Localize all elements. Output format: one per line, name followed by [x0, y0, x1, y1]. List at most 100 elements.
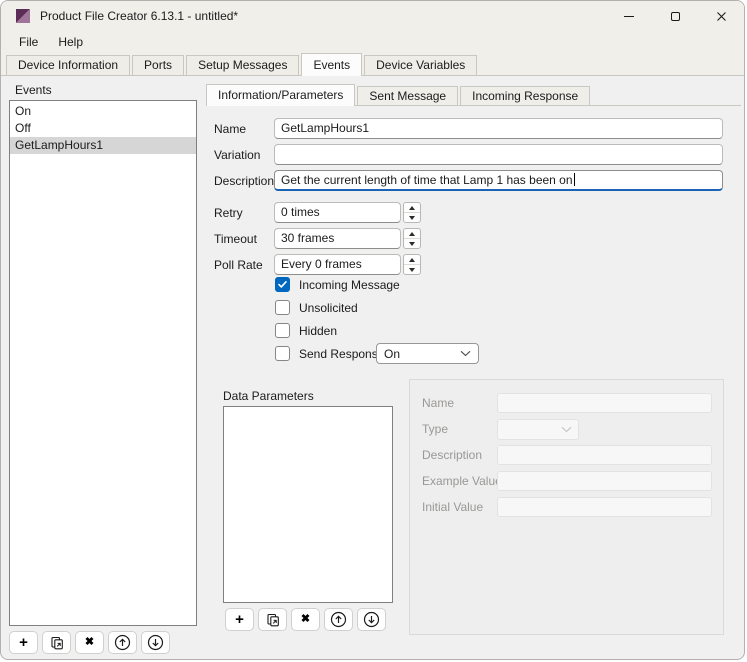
retry-label: Retry: [214, 206, 243, 220]
parameter-detail-panel: Name Type Description Example Value Init…: [409, 379, 724, 635]
spin-down-icon: [409, 216, 415, 220]
delete-x-icon: ✖: [301, 614, 310, 625]
window-title: Product File Creator 6.13.1 - untitled*: [40, 9, 238, 23]
poll-rate-field[interactable]: Every 0 frames: [274, 254, 401, 275]
subtab-incoming-response[interactable]: Incoming Response: [460, 86, 590, 105]
move-up-icon: [330, 611, 347, 628]
param-description-label: Description: [422, 448, 482, 462]
param-example-value-field: [497, 471, 712, 491]
spin-up-icon: [409, 206, 415, 210]
app-window: Product File Creator 6.13.1 - untitled* …: [0, 0, 745, 660]
spin-down-icon: [409, 268, 415, 272]
poll-rate-spin-down-button[interactable]: [404, 265, 420, 274]
timeout-spin-up-button[interactable]: [404, 229, 420, 239]
unsolicited-checkbox[interactable]: [275, 300, 290, 315]
chevron-down-icon: [561, 426, 572, 433]
retry-spinner: [403, 202, 421, 223]
event-add-button[interactable]: +: [9, 631, 38, 654]
send-response-checkbox[interactable]: [275, 346, 290, 361]
tab-device-variables[interactable]: Device Variables: [364, 55, 477, 75]
send-response-label: Send Response: [299, 346, 384, 362]
description-field[interactable]: Get the current length of time that Lamp…: [274, 170, 723, 191]
move-down-icon: [363, 611, 380, 628]
tab-setup-messages[interactable]: Setup Messages: [186, 55, 299, 75]
event-move-down-button[interactable]: [141, 631, 170, 654]
plus-icon: +: [19, 635, 28, 650]
poll-rate-spin-up-button[interactable]: [404, 255, 420, 265]
text-caret: [574, 173, 575, 186]
param-type-dropdown: [497, 419, 579, 440]
events-toolbar: + ✖: [9, 631, 170, 654]
main-tabstrip: Device Information Ports Setup Messages …: [1, 53, 745, 76]
tab-events[interactable]: Events: [301, 53, 362, 76]
description-label: Description: [214, 174, 274, 188]
close-icon: [716, 11, 727, 22]
variation-label: Variation: [214, 148, 260, 162]
param-initial-value-label: Initial Value: [422, 500, 483, 514]
incoming-message-label: Incoming Message: [299, 277, 400, 293]
unsolicited-label: Unsolicited: [299, 300, 358, 316]
timeout-spin-down-button[interactable]: [404, 239, 420, 248]
titlebar: Product File Creator 6.13.1 - untitled*: [1, 1, 744, 31]
list-item-on[interactable]: On: [10, 103, 196, 120]
spin-up-icon: [409, 232, 415, 236]
name-label: Name: [214, 122, 246, 136]
param-initial-value-field: [497, 497, 712, 517]
send-response-dropdown[interactable]: On: [376, 343, 479, 364]
param-example-value-label: Example Value: [422, 474, 502, 488]
parameter-duplicate-button[interactable]: [258, 608, 287, 631]
duplicate-icon: [50, 636, 64, 650]
data-parameters-toolbar: + ✖: [225, 608, 386, 631]
maximize-icon: [671, 12, 680, 21]
retry-spin-down-button[interactable]: [404, 213, 420, 222]
timeout-field[interactable]: 30 frames: [274, 228, 401, 249]
delete-x-icon: ✖: [85, 637, 94, 648]
event-subtabstrip: Information/Parameters Sent Message Inco…: [206, 84, 741, 106]
move-down-icon: [147, 634, 164, 651]
data-parameters-heading: Data Parameters: [223, 389, 314, 403]
parameter-move-up-button[interactable]: [324, 608, 353, 631]
events-panel-heading: Events: [15, 83, 52, 97]
event-move-up-button[interactable]: [108, 631, 137, 654]
poll-rate-spinner: [403, 254, 421, 275]
event-delete-button[interactable]: ✖: [75, 631, 104, 654]
plus-icon: +: [235, 612, 244, 627]
subtab-sent-message[interactable]: Sent Message: [357, 86, 458, 105]
menu-file[interactable]: File: [9, 33, 48, 51]
variation-field[interactable]: [274, 144, 723, 165]
event-duplicate-button[interactable]: [42, 631, 71, 654]
spin-down-icon: [409, 242, 415, 246]
list-item-off[interactable]: Off: [10, 120, 196, 137]
menu-help[interactable]: Help: [48, 33, 93, 51]
minimize-icon: [624, 16, 634, 17]
subtab-information-parameters[interactable]: Information/Parameters: [206, 84, 355, 106]
close-button[interactable]: [698, 1, 744, 31]
parameter-move-down-button[interactable]: [357, 608, 386, 631]
tab-ports[interactable]: Ports: [132, 55, 184, 75]
param-description-field: [497, 445, 712, 465]
retry-spin-up-button[interactable]: [404, 203, 420, 213]
list-item-getlamphours1[interactable]: GetLampHours1: [10, 137, 196, 154]
app-logo-icon: [15, 8, 31, 24]
parameter-add-button[interactable]: +: [225, 608, 254, 631]
window-controls: [606, 1, 744, 31]
maximize-button[interactable]: [652, 1, 698, 31]
duplicate-icon: [266, 613, 280, 627]
spin-up-icon: [409, 258, 415, 262]
events-listbox[interactable]: On Off GetLampHours1: [9, 100, 197, 626]
parameter-delete-button[interactable]: ✖: [291, 608, 320, 631]
name-field[interactable]: GetLampHours1: [274, 118, 723, 139]
hidden-checkbox[interactable]: [275, 323, 290, 338]
move-up-icon: [114, 634, 131, 651]
data-parameters-listbox[interactable]: [223, 406, 393, 603]
chevron-down-icon: [460, 350, 471, 357]
retry-field[interactable]: 0 times: [274, 202, 401, 223]
timeout-label: Timeout: [214, 232, 257, 246]
minimize-button[interactable]: [606, 1, 652, 31]
checkmark-icon: [277, 279, 288, 290]
send-response-value: On: [384, 347, 400, 361]
timeout-spinner: [403, 228, 421, 249]
incoming-message-checkbox[interactable]: [275, 277, 290, 292]
param-type-label: Type: [422, 422, 448, 436]
tab-device-information[interactable]: Device Information: [6, 55, 130, 75]
